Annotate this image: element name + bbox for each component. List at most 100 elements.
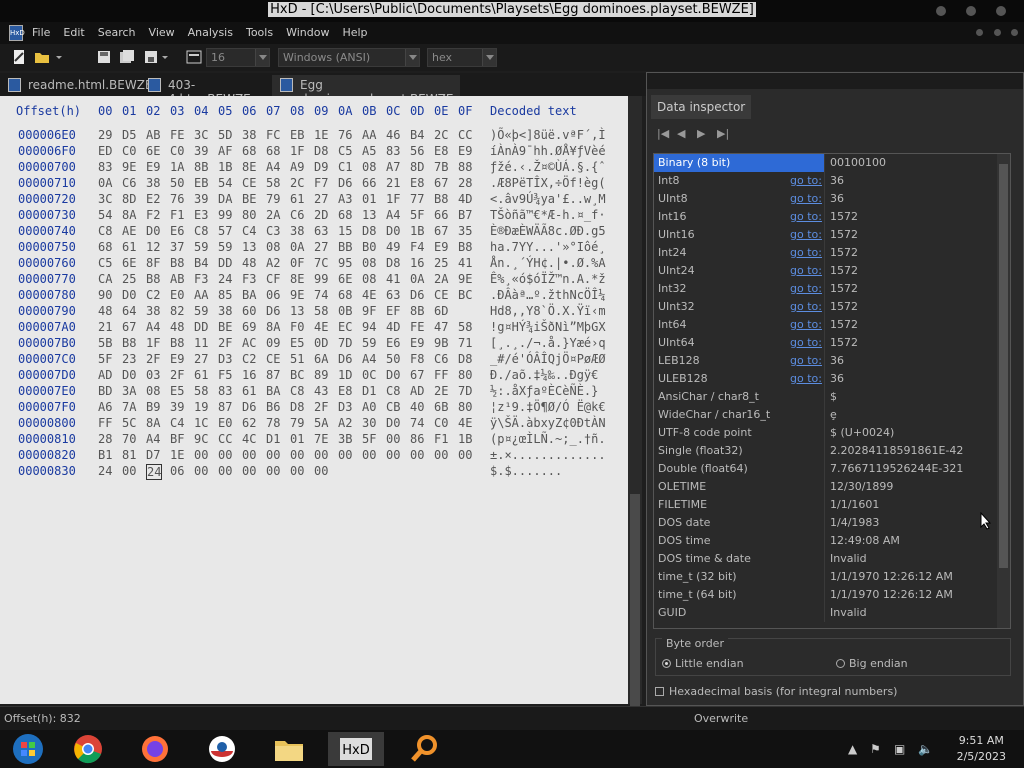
hex-byte[interactable]: 68 — [242, 144, 256, 158]
save-copy-icon[interactable] — [143, 49, 159, 65]
hex-byte[interactable]: 01 — [362, 192, 376, 206]
hex-byte[interactable]: 1F — [386, 192, 400, 206]
goto-link[interactable]: go to: — [790, 300, 822, 313]
hex-byte[interactable]: 2E — [434, 384, 448, 398]
hex-byte[interactable]: 27 — [194, 352, 208, 366]
hex-byte[interactable]: 89 — [314, 368, 328, 382]
inspector-value[interactable]: 2.20284118591861E-42 — [830, 444, 963, 457]
inspector-value[interactable]: 00100100 — [830, 156, 886, 169]
hex-byte[interactable]: D6 — [338, 176, 352, 190]
inspector-row[interactable]: Int32 go to: 1572 — [654, 280, 998, 298]
inspector-row[interactable]: UInt24 go to: 1572 — [654, 262, 998, 280]
hex-byte[interactable]: 01 — [290, 432, 304, 446]
hex-byte[interactable]: 6D — [434, 304, 448, 318]
hex-byte[interactable]: 08 — [362, 256, 376, 270]
hex-byte[interactable]: D0 — [386, 224, 400, 238]
hex-byte[interactable]: 76 — [170, 192, 184, 206]
hex-byte[interactable]: D6 — [266, 304, 280, 318]
hex-row[interactable]: 000007A0 21 67 A4 48 DD BE 69 8A F0 4E EC 94 4D FE 47 58… — [0, 320, 620, 336]
hex-byte[interactable]: A4 — [266, 160, 280, 174]
hex-row[interactable]: 00000830 24 00 24 06 00 00 00 00 00 00 $.$....... — [0, 464, 620, 480]
inspector-value[interactable]: 12:49:08 AM — [830, 534, 900, 547]
inspector-value[interactable]: $ — [830, 390, 837, 403]
hex-byte[interactable]: 00 — [266, 464, 280, 478]
inspector-value[interactable]: 1572 — [830, 246, 858, 259]
hex-byte[interactable]: E8 — [338, 384, 352, 398]
hex-byte[interactable]: 1B — [218, 160, 232, 174]
hex-byte[interactable]: B8 — [434, 192, 448, 206]
hex-byte[interactable]: 7E — [314, 432, 328, 446]
hex-byte[interactable]: DD — [218, 256, 232, 270]
hex-byte[interactable]: 00 — [218, 464, 232, 478]
hex-byte[interactable]: BE — [242, 192, 256, 206]
hex-byte[interactable]: CC — [218, 432, 232, 446]
hex-row[interactable]: 000007F0 A6 7A B9 39 19 87 D6 B6 D8 2F D3 A0 CB 40 6B 80… — [0, 400, 620, 416]
decoded-text[interactable]: ÿ\ŠÄ.àbxyZ¢0ÐtÀN — [490, 416, 606, 430]
hex-byte[interactable]: E9 — [434, 240, 448, 254]
hex-byte[interactable]: E5 — [170, 384, 184, 398]
hex-byte[interactable]: 00 — [242, 448, 256, 462]
hex-byte[interactable]: 57 — [218, 224, 232, 238]
decoded-text[interactable]: TŠòñã™€*Æ-h.¤_f· — [490, 208, 606, 222]
hex-row[interactable]: 00000710 0A C6 38 50 EB 54 CE 58 2C F7 D6 66 21 E8 67 28… — [0, 176, 620, 192]
hex-byte[interactable]: D6 — [338, 352, 352, 366]
hex-byte[interactable]: D0 — [386, 416, 400, 430]
hex-byte[interactable]: 9E — [290, 288, 304, 302]
hex-byte[interactable]: 54 — [218, 176, 232, 190]
hex-byte[interactable]: 82 — [170, 304, 184, 318]
doc-close-button[interactable] — [1011, 29, 1018, 36]
hex-byte[interactable]: 00 — [362, 448, 376, 462]
hex-byte[interactable]: 79 — [290, 416, 304, 430]
hex-byte[interactable]: D0 — [386, 368, 400, 382]
hex-byte[interactable]: 80 — [458, 400, 472, 414]
hex-byte[interactable]: D5 — [122, 128, 136, 142]
hex-byte[interactable]: 2A — [434, 272, 448, 286]
hex-byte[interactable]: 29 — [98, 128, 112, 142]
hex-byte[interactable]: E3 — [194, 208, 208, 222]
hex-byte[interactable]: 9E — [122, 160, 136, 174]
decoded-text[interactable]: .ÐÂàª…º.žthNcÖÎ¼ — [490, 288, 606, 302]
hex-scrollbar-thumb[interactable] — [630, 494, 640, 714]
inspector-value[interactable]: Invalid — [830, 552, 867, 565]
menu-search[interactable]: Search — [98, 26, 136, 39]
tab-egg-dominoes[interactable]: Egg dominoes.playset.BEWZE — [272, 75, 460, 106]
hex-byte[interactable]: EB — [290, 128, 304, 142]
hex-byte[interactable]: BD — [98, 384, 112, 398]
hex-byte[interactable]: 61 — [122, 240, 136, 254]
decoded-text[interactable]: Ê%¸«ó$óÏŽ™n.A.*ž — [490, 272, 606, 286]
inspector-value[interactable]: 1572 — [830, 300, 858, 313]
hex-byte[interactable]: C6 — [290, 208, 304, 222]
hex-byte[interactable]: EF — [386, 304, 400, 318]
hex-byte[interactable]: 00 — [338, 448, 352, 462]
save-all-icon[interactable] — [119, 49, 135, 65]
hex-byte[interactable]: 08 — [362, 272, 376, 286]
hex-row[interactable]: 00000770 CA 25 B8 AB F3 24 F3 CF 8E 99 6E 08 41 0A 2A 9E… — [0, 272, 620, 288]
hex-byte[interactable]: B9 — [146, 400, 160, 414]
hex-byte[interactable]: E6 — [386, 336, 400, 350]
big-endian-radio[interactable]: Big endian — [836, 657, 908, 670]
hex-byte[interactable]: 0F — [290, 256, 304, 270]
hex-byte[interactable]: 5C — [122, 416, 136, 430]
inspector-value[interactable]: ȩ — [830, 408, 837, 421]
next-icon[interactable]: ▶ — [697, 127, 711, 141]
hex-byte[interactable]: C0 — [122, 144, 136, 158]
inspector-row[interactable]: OLETIME 12/30/1899 — [654, 478, 998, 496]
hex-byte[interactable]: 6E — [122, 256, 136, 270]
hex-byte[interactable]: A6 — [98, 400, 112, 414]
goto-link[interactable]: go to: — [790, 228, 822, 241]
hex-row[interactable]: 00000760 C5 6E 8F B8 B4 DD 48 A2 0F 7C 95 08 D8 16 25 41… — [0, 256, 620, 272]
hex-byte[interactable]: F1 — [434, 432, 448, 446]
hex-byte[interactable]: F3 — [242, 272, 256, 286]
hex-byte[interactable]: A3 — [338, 192, 352, 206]
inspector-row[interactable]: AnsiChar / char8_t $ — [654, 388, 998, 406]
hex-byte[interactable]: 68 — [338, 288, 352, 302]
hex-row[interactable]: 00000790 48 64 38 82 59 38 60 D6 13 58 0B 9F EF 8B 6D Hd… — [0, 304, 620, 320]
hex-byte[interactable]: B8 — [170, 336, 184, 350]
hex-byte[interactable]: 00 — [434, 448, 448, 462]
hex-byte[interactable]: 68 — [98, 240, 112, 254]
inspector-scrollbar-thumb[interactable] — [999, 164, 1008, 568]
hex-byte[interactable]: 13 — [242, 240, 256, 254]
hex-byte[interactable]: 5A — [314, 416, 328, 430]
hex-byte[interactable]: 51 — [290, 352, 304, 366]
hex-byte[interactable]: 85 — [218, 288, 232, 302]
